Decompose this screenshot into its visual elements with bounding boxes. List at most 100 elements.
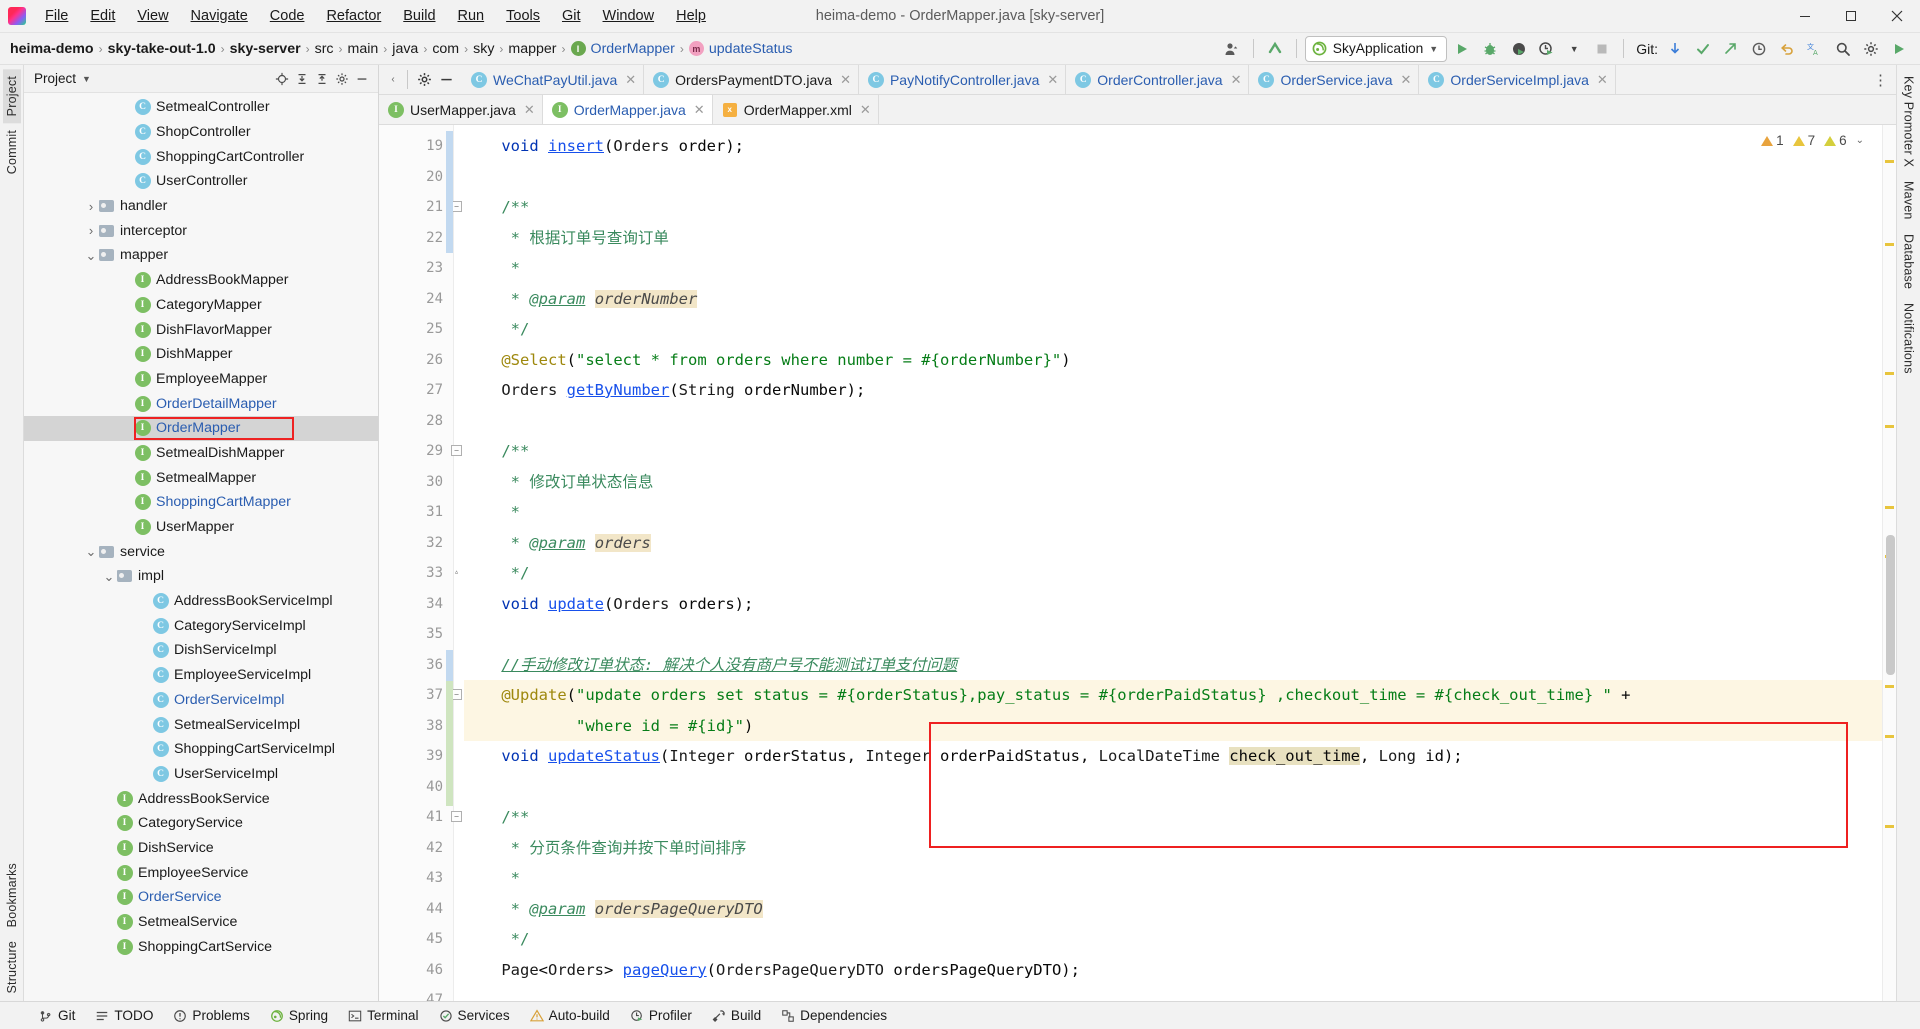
chevron-left-icon[interactable]: ‹: [385, 70, 401, 90]
tree-node[interactable]: C UserServiceImpl: [24, 762, 378, 787]
code-line[interactable]: [464, 406, 1882, 437]
breadcrumb-heima-demo[interactable]: heima-demo: [10, 41, 94, 57]
chevron-down-icon[interactable]: ▼: [1429, 44, 1438, 54]
chevron-down-icon[interactable]: ⌄: [84, 249, 98, 262]
tree-node[interactable]: I DishFlavorMapper: [24, 317, 378, 342]
translate-icon[interactable]: 文A: [1802, 36, 1828, 62]
menu-run[interactable]: Run: [447, 4, 496, 28]
tree-node[interactable]: I ShoppingCartMapper: [24, 490, 378, 515]
close-tab-icon[interactable]: ✕: [524, 102, 535, 118]
git-update-icon[interactable]: [1662, 36, 1688, 62]
minimize-button[interactable]: [1782, 0, 1828, 33]
editor-tab[interactable]: C OrderServiceImpl.java ✕: [1419, 65, 1616, 94]
editor-marker-bar[interactable]: [1882, 125, 1896, 1001]
tree-node[interactable]: I CategoryMapper: [24, 293, 378, 318]
editor-tab[interactable]: C OrdersPaymentDTO.java ✕: [644, 65, 859, 94]
sidebar-tab-project[interactable]: Project: [2, 69, 21, 124]
bottom-tool-dependencies[interactable]: Dependencies: [772, 1005, 896, 1026]
close-tab-icon[interactable]: ✕: [1401, 72, 1412, 88]
bottom-tool-services[interactable]: Services: [430, 1005, 519, 1026]
tree-node[interactable]: I EmployeeService: [24, 860, 378, 885]
tree-node[interactable]: C CategoryServiceImpl: [24, 613, 378, 638]
code-line[interactable]: * @param orderNumber: [464, 284, 1882, 315]
code-content[interactable]: void insert(Orders order); /** * 根据订单号查询…: [454, 125, 1882, 1001]
code-line[interactable]: *: [464, 497, 1882, 528]
editor-tab[interactable]: I UserMapper.java ✕: [379, 95, 543, 124]
tree-node[interactable]: ⌄ service: [24, 539, 378, 564]
git-commit-icon[interactable]: [1690, 36, 1716, 62]
code-line[interactable]: *: [464, 863, 1882, 894]
tree-node[interactable]: I SetmealMapper: [24, 465, 378, 490]
close-tab-icon[interactable]: ✕: [1597, 72, 1608, 88]
project-tree[interactable]: C SetmealController C ShopController C Shoppi…: [24, 93, 378, 1001]
code-line[interactable]: */: [464, 558, 1882, 589]
menu-git[interactable]: Git: [551, 4, 592, 28]
editor-scrollbar-thumb[interactable]: [1886, 535, 1895, 675]
code-line[interactable]: [464, 772, 1882, 803]
close-tab-icon[interactable]: ✕: [625, 72, 636, 88]
git-push-icon[interactable]: [1718, 36, 1744, 62]
sidebar-tab-structure[interactable]: Structure: [3, 934, 21, 1001]
sidebar-tab-database[interactable]: Database: [1900, 227, 1918, 296]
code-line[interactable]: @Select("select * from orders where numb…: [464, 345, 1882, 376]
tree-node[interactable]: I UserMapper: [24, 515, 378, 540]
bottom-tool-spring[interactable]: Spring: [261, 1005, 337, 1026]
code-line[interactable]: * 根据订单号查询订单: [464, 223, 1882, 254]
sidebar-tab-key-promoter[interactable]: Key Promoter X: [1900, 69, 1918, 174]
code-line[interactable]: Page<Orders> pageQuery(OrdersPageQueryDT…: [464, 955, 1882, 986]
tree-node[interactable]: I DishService: [24, 836, 378, 861]
tree-node[interactable]: C OrderServiceImpl: [24, 688, 378, 713]
breadcrumb-main[interactable]: main: [348, 41, 379, 57]
breadcrumb-com[interactable]: com: [432, 41, 459, 57]
profiler-icon[interactable]: [1533, 36, 1559, 62]
tree-node[interactable]: I ShoppingCartService: [24, 934, 378, 959]
breadcrumb-sky-server[interactable]: sky-server: [230, 41, 301, 57]
run-coverage-icon[interactable]: [1505, 36, 1531, 62]
editor-tab[interactable]: I OrderMapper.java ✕: [542, 95, 713, 124]
tree-node[interactable]: I EmployeeMapper: [24, 367, 378, 392]
close-tab-icon[interactable]: ✕: [860, 102, 871, 118]
breadcrumb-order-mapper[interactable]: I OrderMapper: [570, 41, 675, 57]
menu-view[interactable]: View: [126, 4, 179, 28]
code-line[interactable]: @Update("update orders set status = #{or…: [464, 680, 1882, 711]
code-line[interactable]: void update(Orders orders);: [464, 589, 1882, 620]
tree-node[interactable]: I OrderService: [24, 885, 378, 910]
run-play-icon[interactable]: [1886, 36, 1912, 62]
tree-node[interactable]: I DishMapper: [24, 342, 378, 367]
bottom-tool-build[interactable]: Build: [703, 1005, 770, 1026]
tree-node[interactable]: ⌄ mapper: [24, 243, 378, 268]
code-line[interactable]: * 分页条件查询并按下单时间排序: [464, 833, 1882, 864]
code-line[interactable]: /**: [464, 436, 1882, 467]
settings-icon[interactable]: [1858, 36, 1884, 62]
menu-window[interactable]: Window: [592, 4, 666, 28]
breadcrumb-update-status[interactable]: m updateStatus: [688, 41, 793, 57]
code-line[interactable]: * @param ordersPageQueryDTO: [464, 894, 1882, 925]
breadcrumb-sky[interactable]: sky: [473, 41, 494, 57]
close-tab-icon[interactable]: ✕: [1231, 72, 1242, 88]
menu-tools[interactable]: Tools: [495, 4, 551, 28]
code-line[interactable]: *: [464, 253, 1882, 284]
chevron-down-icon[interactable]: ⌄: [84, 545, 98, 558]
inspection-widget[interactable]: 1 7 6 ⌄: [1757, 131, 1868, 150]
tree-node[interactable]: › interceptor: [24, 218, 378, 243]
editor-tab[interactable]: C WeChatPayUtil.java ✕: [462, 65, 645, 94]
user-profile-icon[interactable]: [1219, 36, 1245, 62]
tree-node[interactable]: I SetmealService: [24, 910, 378, 935]
chevron-right-icon[interactable]: ›: [84, 224, 98, 237]
breadcrumb-sky-take-out[interactable]: sky-take-out-1.0: [108, 41, 216, 57]
editor-tab[interactable]: C OrderService.java ✕: [1249, 65, 1420, 94]
git-history-icon[interactable]: [1746, 36, 1772, 62]
code-line[interactable]: */: [464, 314, 1882, 345]
back-arrow-icon[interactable]: [1262, 36, 1288, 62]
menu-edit[interactable]: Edit: [79, 4, 126, 28]
editor-tab[interactable]: C PayNotifyController.java ✕: [858, 65, 1067, 94]
debug-icon[interactable]: [1477, 36, 1503, 62]
tree-node[interactable]: C UserController: [24, 169, 378, 194]
settings-icon[interactable]: [332, 69, 352, 89]
menu-file[interactable]: File: [34, 4, 79, 28]
menu-refactor[interactable]: Refactor: [315, 4, 392, 28]
tree-node[interactable]: C AddressBookServiceImpl: [24, 589, 378, 614]
bottom-tool-git[interactable]: Git: [30, 1005, 84, 1026]
hide-panel-icon[interactable]: [352, 69, 372, 89]
code-line[interactable]: */: [464, 924, 1882, 955]
